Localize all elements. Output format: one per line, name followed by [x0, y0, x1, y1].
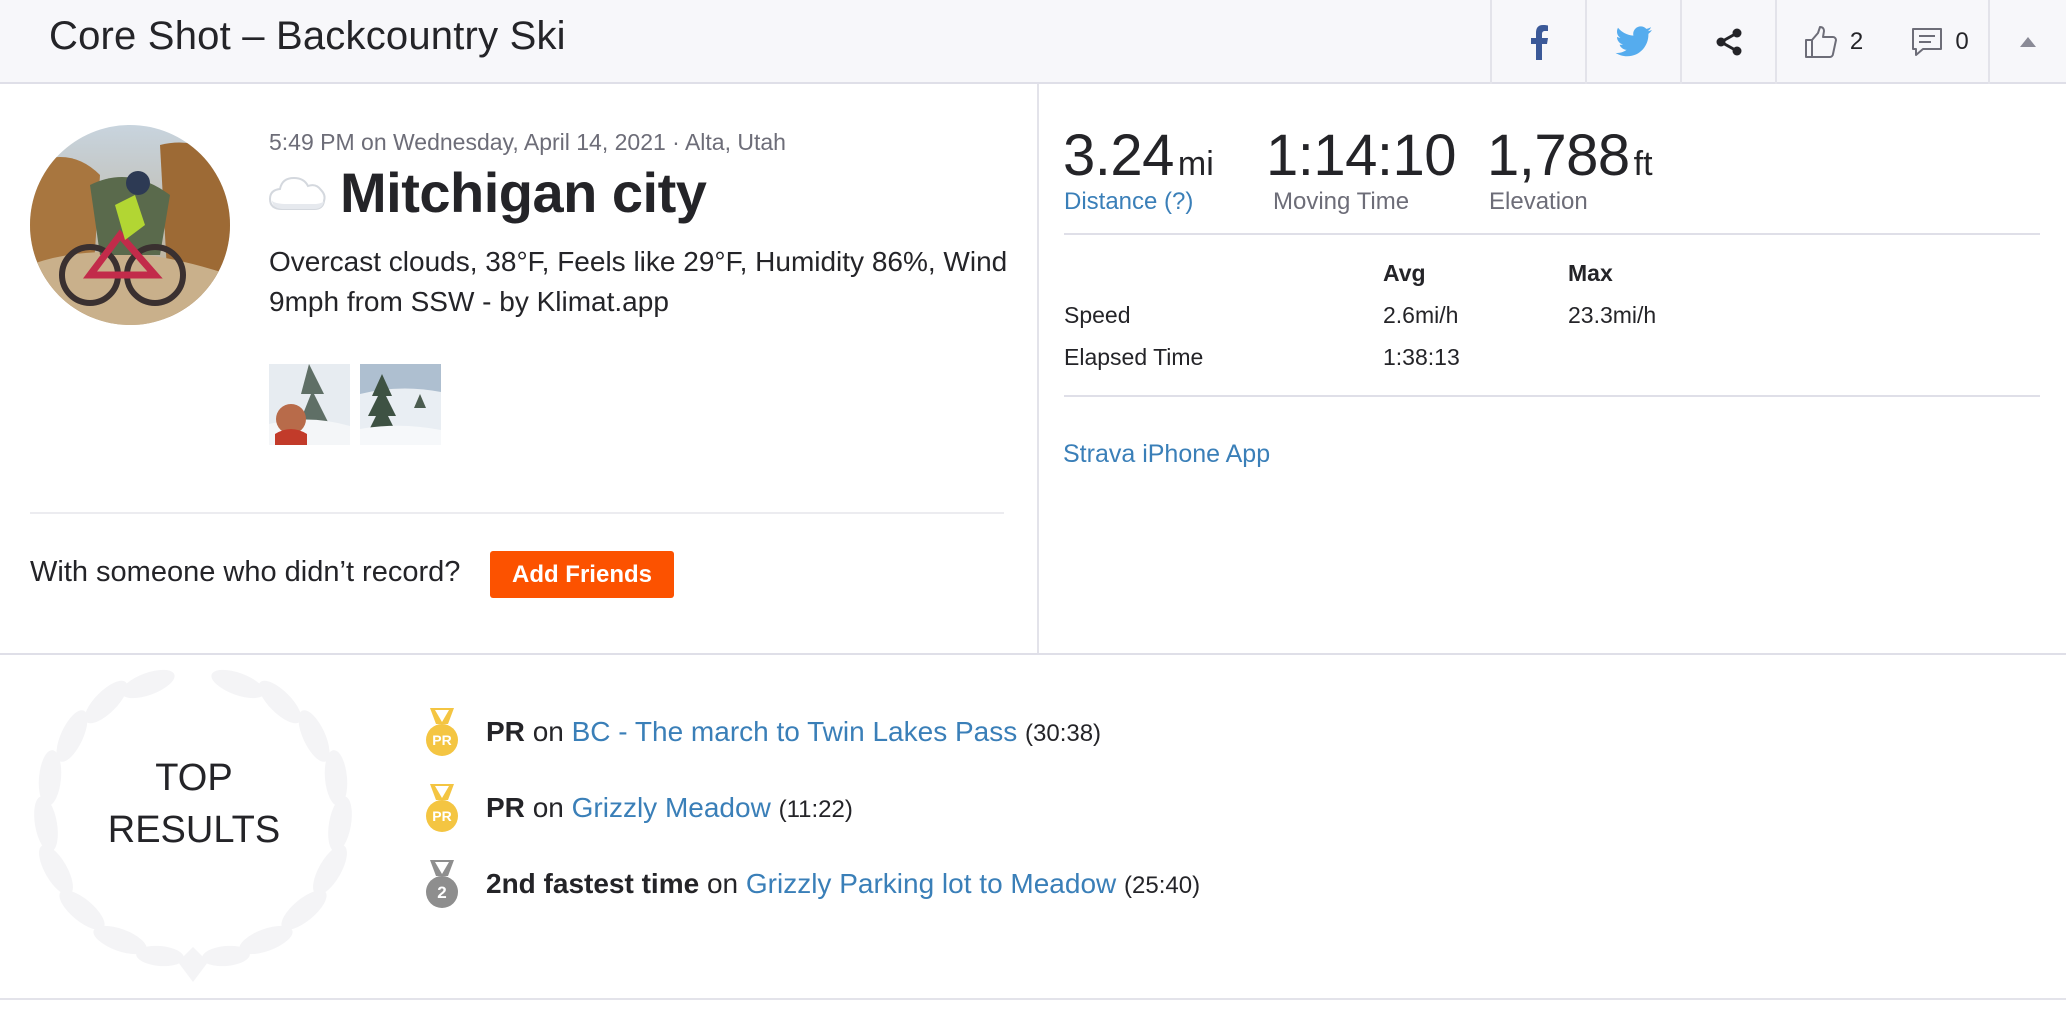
comments-button[interactable]: 0 [1890, 0, 1990, 84]
result-on: on [532, 792, 564, 823]
result-label: PR [486, 716, 525, 747]
medal-badge: 2 [437, 883, 446, 902]
section-divider [30, 512, 1004, 514]
activity-photo[interactable] [360, 364, 441, 445]
top-result-item: PR PR on Grizzly Meadow (11:22) [422, 782, 853, 834]
page-title: Core Shot – Backcountry Ski [49, 14, 566, 58]
activity-title[interactable]: Mitchigan city [340, 160, 707, 225]
comment-icon [1912, 28, 1943, 56]
comments-count: 0 [1955, 28, 1969, 55]
speed-avg: 2.6mi/h [1383, 302, 1459, 328]
result-text: PR on BC - The march to Twin Lakes Pass … [486, 716, 1101, 748]
caret-up-icon [2020, 37, 2036, 47]
section-divider [0, 998, 2066, 1000]
activity-description: Overcast clouds, 38°F, Feels like 29°F, … [269, 246, 1008, 317]
top-results-line2: RESULTS [107, 809, 281, 851]
gold-medal-icon: PR [426, 784, 458, 832]
kudos-count: 2 [1849, 28, 1864, 55]
device-link[interactable]: Strava iPhone App [1063, 440, 1270, 469]
result-label: 2nd fastest time [486, 868, 700, 899]
result-text: PR on Grizzly Meadow (11:22) [486, 792, 853, 824]
elevation-label: Elevation [1489, 188, 1588, 215]
distance-unit: mi [1177, 145, 1214, 183]
twitter-icon [1615, 26, 1652, 57]
top-result-item: 2 2nd fastest time on Grizzly Parking lo… [422, 858, 1200, 910]
elevation-stat: 1,788 ft [1487, 122, 1653, 189]
result-text: 2nd fastest time on Grizzly Parking lot … [486, 868, 1200, 900]
distance-stat: 3.24 mi [1063, 122, 1214, 189]
friends-prompt: With someone who didn’t record? [30, 556, 461, 588]
details-divider [1064, 395, 2040, 397]
share-button[interactable] [1680, 0, 1775, 84]
segment-link[interactable]: BC - The march to Twin Lakes Pass [572, 716, 1018, 747]
activity-header: Core Shot – Backcountry Ski 2 0 [0, 0, 2066, 84]
result-time: (11:22) [778, 796, 853, 823]
elevation-unit: ft [1633, 145, 1653, 183]
photo-thumbnail [269, 364, 350, 445]
activity-photo[interactable] [269, 364, 350, 445]
top-results-heading: TOP RESULTS [82, 752, 306, 856]
segment-link[interactable]: Grizzly Parking lot to Meadow [746, 868, 1116, 899]
top-result-item: PR PR on BC - The march to Twin Lakes Pa… [422, 706, 1101, 758]
top-results-line1: TOP [155, 757, 233, 799]
activity-meta: 5:49 PM on Wednesday, April 14, 2021 · A… [269, 129, 786, 155]
share-facebook-button[interactable] [1490, 0, 1585, 84]
stats-divider [1064, 233, 2040, 235]
add-friends-button[interactable]: Add Friends [490, 551, 674, 598]
elevation-value: 1,788 [1487, 123, 1630, 188]
activity-title-row: Mitchigan city [268, 160, 707, 225]
avatar-photo [30, 125, 230, 325]
medal-badge: PR [432, 808, 451, 824]
cloud-icon [268, 176, 326, 210]
distance-label[interactable]: Distance (?) [1064, 188, 1193, 216]
facebook-icon [1530, 25, 1548, 60]
result-on: on [532, 716, 564, 747]
segment-link[interactable]: Grizzly Meadow [572, 792, 771, 823]
gold-medal-icon: PR [426, 708, 458, 756]
moving-time-value: 1:14:10 [1266, 123, 1457, 188]
elapsed-time-avg: 1:38:13 [1383, 344, 1460, 370]
share-twitter-button[interactable] [1585, 0, 1680, 84]
photo-thumbnail [360, 364, 441, 445]
moving-time-stat: 1:14:10 [1266, 122, 1457, 189]
silver-medal-icon: 2 [426, 860, 458, 908]
speed-max: 23.3mi/h [1568, 302, 1657, 328]
max-header: Max [1568, 260, 1613, 286]
result-on: on [706, 868, 739, 899]
share-icon [1716, 28, 1741, 56]
medal-badge: PR [432, 732, 451, 748]
collapse-button[interactable] [1988, 0, 2066, 84]
result-label: PR [486, 792, 525, 823]
result-time: (30:38) [1025, 720, 1102, 747]
column-divider [1037, 84, 1039, 655]
thumbs-up-icon [1804, 26, 1837, 58]
elapsed-time-label: Elapsed Time [1064, 344, 1204, 370]
distance-value: 3.24 [1063, 123, 1174, 188]
athlete-avatar[interactable] [30, 125, 230, 325]
speed-label: Speed [1064, 302, 1131, 328]
result-time: (25:40) [1124, 872, 1201, 899]
section-divider [0, 653, 2066, 655]
kudos-button[interactable]: 2 [1775, 0, 1890, 84]
avg-header: Avg [1383, 260, 1426, 286]
moving-time-label: Moving Time [1273, 188, 1410, 215]
